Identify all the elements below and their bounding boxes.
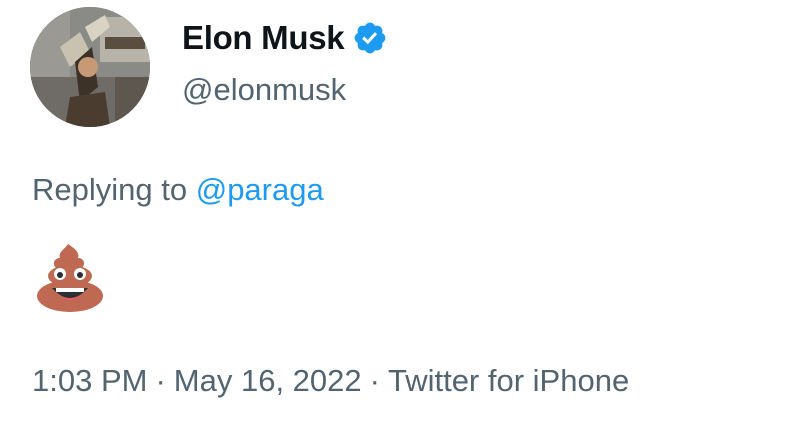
pile-of-poo-emoji-icon (34, 242, 106, 314)
tweet-meta-line: 1:03 PM · May 16, 2022 · Twitter for iPhone (32, 361, 629, 401)
tweet-source[interactable]: Twitter for iPhone (388, 363, 629, 398)
author-name-row: Elon Musk (182, 18, 388, 58)
author-display-name[interactable]: Elon Musk (182, 18, 345, 58)
avatar[interactable] (30, 7, 150, 127)
tweet-date[interactable]: May 16, 2022 (174, 363, 362, 398)
profile-photo-icon (30, 7, 150, 127)
verified-badge-icon (352, 20, 388, 56)
meta-separator: · (155, 363, 166, 398)
author-handle[interactable]: @elonmusk (182, 70, 346, 110)
tweet: Elon Musk @elonmusk Replying to @paraga (0, 0, 800, 437)
tweet-time[interactable]: 1:03 PM (32, 363, 147, 398)
meta-separator: · (369, 363, 380, 398)
reply-mention-link[interactable]: @paraga (196, 172, 324, 207)
replying-to-label: Replying to (32, 172, 188, 207)
replying-to-line: Replying to @paraga (32, 170, 324, 210)
